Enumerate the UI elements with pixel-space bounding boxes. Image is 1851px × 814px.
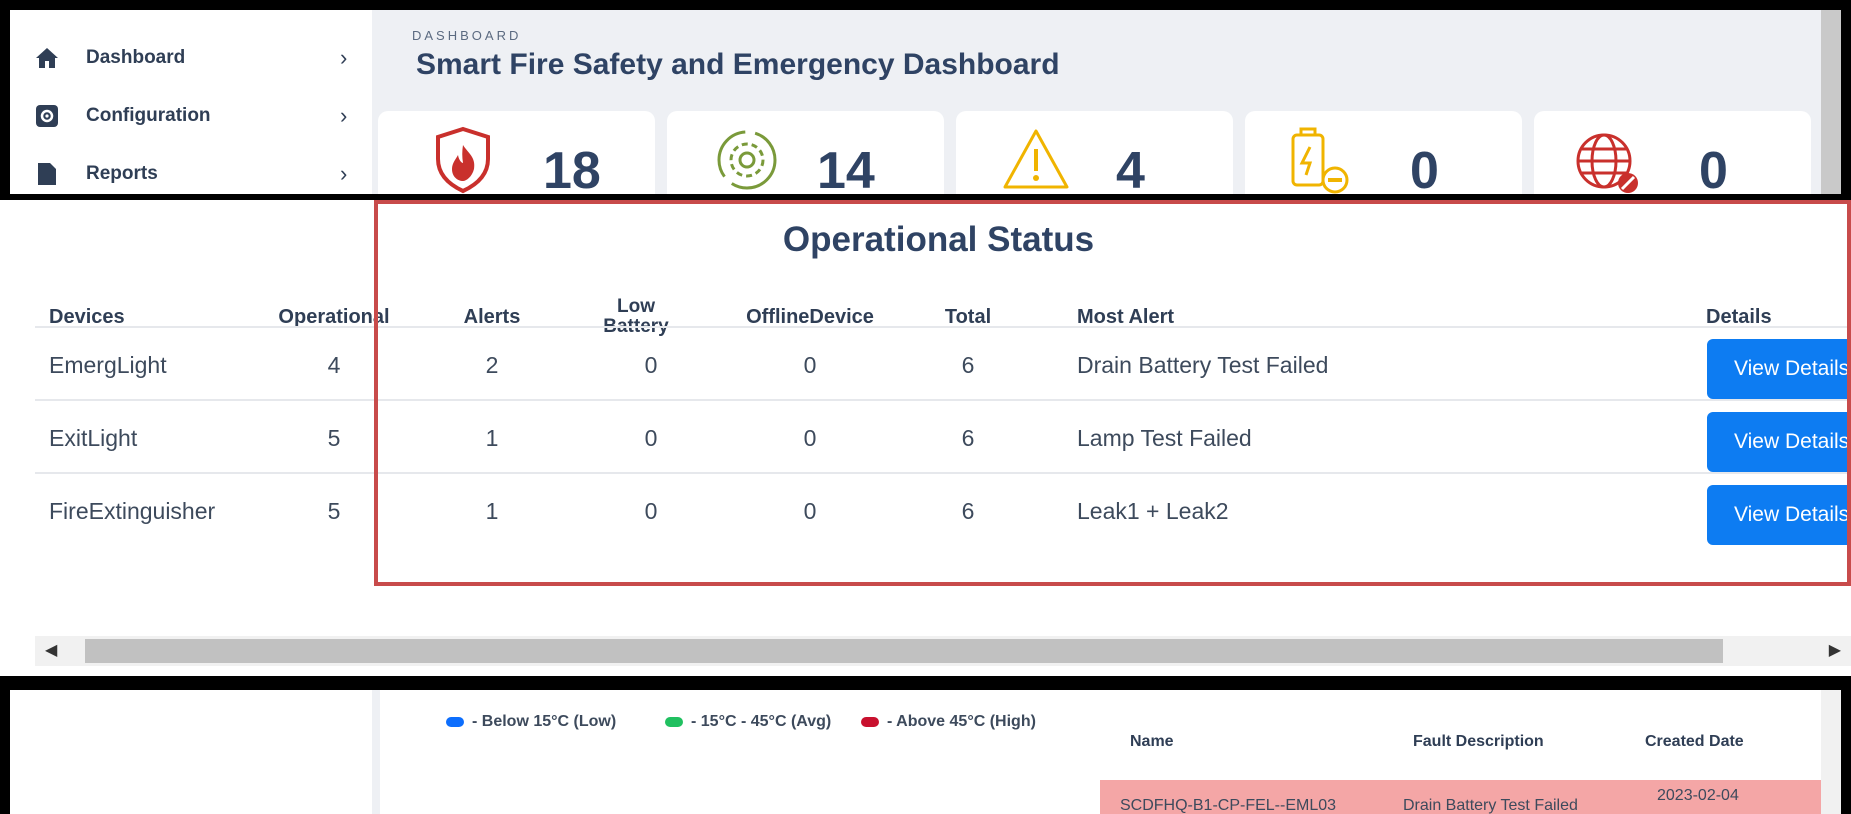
cell-device: ExitLight bbox=[49, 425, 138, 451]
breadcrumb: DASHBOARD bbox=[412, 28, 522, 43]
card-low-battery[interactable]: 0 bbox=[1245, 111, 1522, 200]
cell-fault-description: Drain Battery Test Failed bbox=[1403, 797, 1578, 814]
sidebar-item-reports[interactable]: Reports › bbox=[10, 146, 372, 200]
card-value: 18 bbox=[543, 142, 601, 200]
warning-icon bbox=[1003, 129, 1069, 189]
chevron-right-icon: › bbox=[340, 161, 348, 186]
horizontal-scrollbar[interactable]: ◀ ▶ bbox=[35, 636, 1851, 666]
fault-row[interactable]: SCDFHQ-B1-CP-FEL--EML03 Drain Battery Te… bbox=[1100, 780, 1830, 814]
legend-dot-red bbox=[861, 717, 879, 727]
sidebar-item-configuration[interactable]: Configuration › bbox=[10, 88, 372, 144]
cell-device: EmergLight bbox=[49, 352, 167, 378]
summary-cards: 18 14 4 0 0 bbox=[378, 111, 1818, 200]
top-viewport: Dashboard › Configuration › Reports › DA… bbox=[10, 10, 1841, 200]
legend-item-low: - Below 15°C (Low) bbox=[446, 713, 616, 731]
col-header-created-date: Created Date bbox=[1645, 733, 1744, 750]
col-header-name: Name bbox=[1130, 733, 1174, 750]
card-value: 14 bbox=[817, 142, 875, 200]
highlight-box bbox=[374, 200, 1851, 586]
operational-status-panel: Operational Status Devices Operational A… bbox=[0, 200, 1851, 676]
legend-label: - Above 45°C (High) bbox=[887, 713, 1036, 730]
card-operational[interactable]: 14 bbox=[667, 111, 944, 200]
card-value: 0 bbox=[1699, 142, 1728, 200]
scroll-right-arrow-icon[interactable]: ▶ bbox=[1829, 640, 1841, 660]
chevron-right-icon: › bbox=[340, 45, 348, 70]
sidebar-item-label: Reports bbox=[86, 163, 158, 184]
cell-operational: 5 bbox=[327, 425, 341, 451]
offline-globe-icon bbox=[1576, 133, 1638, 193]
card-total-devices[interactable]: 18 bbox=[378, 111, 655, 200]
top-band: Dashboard › Configuration › Reports › DA… bbox=[0, 0, 1851, 200]
cell-operational: 4 bbox=[327, 352, 341, 378]
report-icon bbox=[34, 161, 60, 187]
middle-band: Operational Status Devices Operational A… bbox=[0, 194, 1851, 682]
card-offline[interactable]: 0 bbox=[1534, 111, 1811, 200]
temperature-legend: - Below 15°C (Low) - 15°C - 45°C (Avg) -… bbox=[380, 690, 1102, 814]
cell-operational: 5 bbox=[327, 498, 341, 524]
page-title: Smart Fire Safety and Emergency Dashboar… bbox=[416, 48, 1060, 81]
sidebar-item-dashboard[interactable]: Dashboard › bbox=[10, 30, 372, 86]
vertical-scrollbar[interactable] bbox=[1821, 10, 1841, 200]
fault-table: Name Fault Description Created Date SCDF… bbox=[1100, 690, 1830, 814]
vertical-scrollbar[interactable] bbox=[1821, 690, 1841, 814]
legend-label: - 15°C - 45°C (Avg) bbox=[691, 713, 832, 730]
fire-shield-icon bbox=[436, 126, 490, 194]
bottom-viewport: - Below 15°C (Low) - 15°C - 45°C (Avg) -… bbox=[10, 690, 1841, 814]
legend-item-avg: - 15°C - 45°C (Avg) bbox=[665, 713, 831, 731]
cell-fault-name: SCDFHQ-B1-CP-FEL--EML03 bbox=[1120, 797, 1337, 814]
chevron-right-icon: › bbox=[340, 103, 348, 128]
sidebar-lower bbox=[10, 690, 372, 814]
card-alerts[interactable]: 4 bbox=[956, 111, 1233, 200]
scroll-left-arrow-icon[interactable]: ◀ bbox=[45, 640, 57, 660]
card-value: 4 bbox=[1116, 142, 1145, 200]
bottom-band: - Below 15°C (Low) - 15°C - 45°C (Avg) -… bbox=[0, 680, 1851, 814]
operational-gear-icon bbox=[717, 130, 777, 190]
sidebar: Dashboard › Configuration › Reports › bbox=[10, 10, 372, 200]
home-icon bbox=[34, 45, 60, 71]
legend-dot-green bbox=[665, 717, 683, 727]
sidebar-item-label: Configuration bbox=[86, 105, 211, 126]
legend-item-high: - Above 45°C (High) bbox=[861, 713, 1036, 731]
cell-created-date: 2023-02-04 bbox=[1657, 787, 1739, 804]
legend-dot-blue bbox=[446, 717, 464, 727]
card-value: 0 bbox=[1410, 142, 1439, 200]
sidebar-item-label: Dashboard bbox=[86, 47, 186, 68]
col-header-fault-description: Fault Description bbox=[1413, 733, 1544, 750]
gear-icon bbox=[34, 103, 60, 129]
cell-device: FireExtinguisher bbox=[49, 498, 216, 524]
low-battery-icon bbox=[1291, 127, 1349, 194]
scrollbar-thumb[interactable] bbox=[85, 639, 1723, 663]
legend-label: - Below 15°C (Low) bbox=[472, 713, 617, 730]
